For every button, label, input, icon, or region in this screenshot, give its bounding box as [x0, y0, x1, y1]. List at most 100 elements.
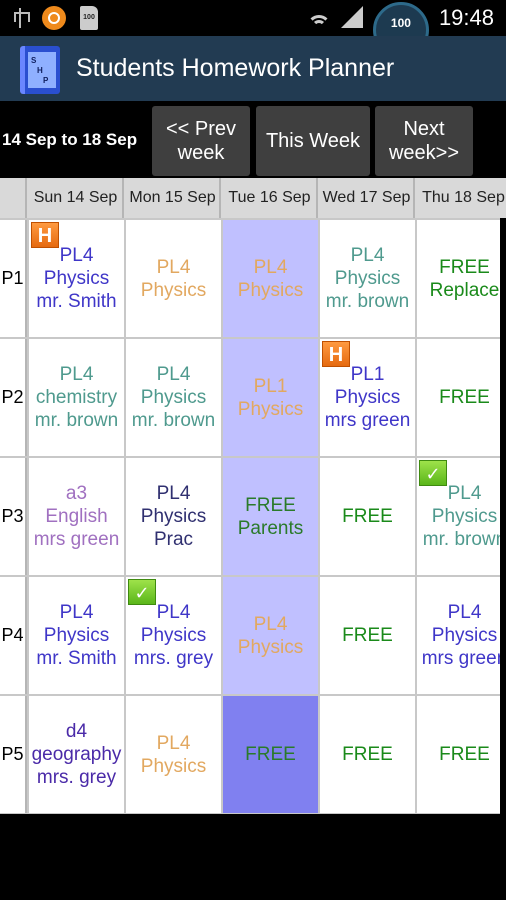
next-week-button[interactable]: Next week>>: [375, 106, 473, 176]
lesson-cell[interactable]: H PL1 Physics mrs green: [320, 339, 415, 456]
scroll-edge: [500, 218, 506, 814]
lesson-line: PL4: [59, 245, 94, 266]
action-bar: S H P Students Homework Planner: [0, 36, 506, 104]
day-header-row: Sun 14 Sep Mon 15 Sep Tue 16 Sep Wed 17 Sep…: [0, 178, 506, 218]
lesson-line: PL4: [156, 483, 191, 504]
lesson-line: mr. Smith: [36, 291, 117, 312]
lesson-cell[interactable]: d4 geography mrs. grey: [29, 696, 124, 813]
lesson-line: chemistry: [35, 387, 118, 408]
lesson-line: Physics: [140, 387, 207, 408]
lesson-cell[interactable]: PL4 chemistry mr. brown: [29, 339, 124, 456]
lesson-line: Physics: [431, 506, 498, 527]
day-header: Wed 17 Sep: [320, 178, 415, 218]
lesson-cell[interactable]: PL4 Physics: [223, 220, 318, 337]
lesson-cell[interactable]: PL4 Physics Prac: [126, 458, 221, 575]
lesson-line: FREE: [439, 387, 490, 408]
lesson-line: Physics: [431, 625, 498, 646]
lesson-line: mrs green: [324, 410, 411, 431]
lesson-cell[interactable]: PL4 Physics: [223, 577, 318, 694]
period-label: P4: [0, 577, 27, 694]
lesson-line: Replace: [429, 279, 500, 301]
lesson-line: Physics: [43, 268, 110, 289]
lesson-cell[interactable]: FREE: [417, 696, 506, 813]
timetable-grid: Sun 14 Sep Mon 15 Sep Tue 16 Sep Wed 17 Sep…: [0, 178, 506, 814]
lesson-cell[interactable]: FREE: [223, 696, 318, 813]
prev-week-button[interactable]: << Prev week: [152, 106, 250, 176]
day-header: Sun 14 Sep: [29, 178, 124, 218]
period-label: P1: [0, 220, 27, 337]
lesson-line: PL1: [350, 364, 385, 385]
lesson-line: mrs green: [421, 648, 506, 669]
lesson-line: PL4: [59, 364, 94, 385]
lesson-cell[interactable]: FREE Replace: [417, 220, 506, 337]
wifi-icon: [306, 7, 331, 29]
lesson-line: Physics: [237, 636, 304, 658]
lesson-cell[interactable]: PL1 Physics: [223, 339, 318, 456]
homework-icon: H: [31, 222, 59, 248]
lesson-line: English: [45, 506, 108, 527]
period-label: P3: [0, 458, 27, 575]
period-label: P2: [0, 339, 27, 456]
lesson-line: geography: [31, 744, 122, 765]
lesson-cell[interactable]: PL4 Physics: [126, 696, 221, 813]
lesson-line: FREE: [245, 744, 296, 765]
lesson-line: FREE: [439, 256, 490, 278]
this-week-button[interactable]: This Week: [256, 106, 370, 176]
lesson-cell[interactable]: ✓ PL4 Physics mr. brown: [417, 458, 506, 575]
lesson-line: Physics: [140, 625, 207, 646]
lesson-cell[interactable]: FREE: [320, 458, 415, 575]
lesson-cell[interactable]: FREE: [320, 577, 415, 694]
battery-gauge-icon: 100: [371, 0, 431, 36]
homework-icon: H: [322, 341, 350, 367]
lesson-line: FREE: [342, 625, 393, 646]
sd-card-icon: 100: [80, 6, 98, 30]
lesson-line: mr. Smith: [36, 648, 117, 669]
usb-icon: [12, 6, 30, 30]
lesson-cell[interactable]: PL4 Physics mr. Smith: [29, 577, 124, 694]
lesson-line: PL1: [253, 375, 288, 397]
lesson-cell[interactable]: H PL4 Physics mr. Smith: [29, 220, 124, 337]
notebook-icon[interactable]: S H P: [20, 46, 60, 94]
lesson-line: mr. brown: [422, 529, 506, 550]
lesson-line: Physics: [334, 387, 401, 408]
app-title: Students Homework Planner: [76, 54, 395, 82]
lesson-cell[interactable]: a3 English mrs green: [29, 458, 124, 575]
lesson-line: Physics: [43, 625, 110, 646]
lesson-cell[interactable]: PL4 Physics: [126, 220, 221, 337]
lesson-line: d4: [65, 721, 88, 742]
clock: 19:48: [438, 5, 494, 30]
lesson-line: Physics: [140, 755, 207, 777]
lesson-line: PL4: [447, 483, 482, 504]
lesson-line: Prac: [153, 529, 194, 550]
lesson-line: Parents: [237, 517, 304, 539]
lesson-cell[interactable]: PL4 Physics mrs green: [417, 577, 506, 694]
lesson-cell[interactable]: FREE: [417, 339, 506, 456]
lesson-line: Physics: [140, 279, 207, 301]
lesson-line: Physics: [237, 398, 304, 420]
lesson-line: mr. brown: [34, 410, 119, 431]
bottom-area: [0, 814, 506, 900]
battery-level: 100: [390, 16, 411, 30]
lesson-line: mr. brown: [325, 291, 410, 312]
day-header: Mon 15 Sep: [126, 178, 221, 218]
lesson-line: PL4: [447, 602, 482, 623]
lesson-cell[interactable]: FREE Parents: [223, 458, 318, 575]
date-range: 14 Sep to 18 Sep: [2, 130, 138, 149]
lesson-line: mrs green: [33, 529, 120, 550]
day-header: Tue 16 Sep: [223, 178, 318, 218]
signal-icon: [339, 6, 363, 30]
done-check-icon: ✓: [419, 460, 447, 486]
lesson-cell[interactable]: PL4 Physics mr. brown: [126, 339, 221, 456]
grid-corner: [0, 178, 27, 218]
lesson-line: PL4: [350, 245, 385, 266]
week-navigation: 14 Sep to 18 Sep << Prev week This Week …: [0, 104, 506, 178]
lesson-line: mrs. grey: [133, 648, 214, 669]
status-bar: 100 100 19:48: [0, 0, 506, 36]
lesson-line: PL4: [253, 256, 288, 278]
app-screen: 100 100 19:48 S H P Students Homework Pl…: [0, 0, 506, 900]
lesson-line: FREE: [342, 744, 393, 765]
lesson-cell[interactable]: FREE: [320, 696, 415, 813]
lesson-cell[interactable]: PL4 Physics mr. brown: [320, 220, 415, 337]
lesson-cell[interactable]: ✓ PL4 Physics mrs. grey: [126, 577, 221, 694]
lesson-line: FREE: [245, 494, 296, 516]
